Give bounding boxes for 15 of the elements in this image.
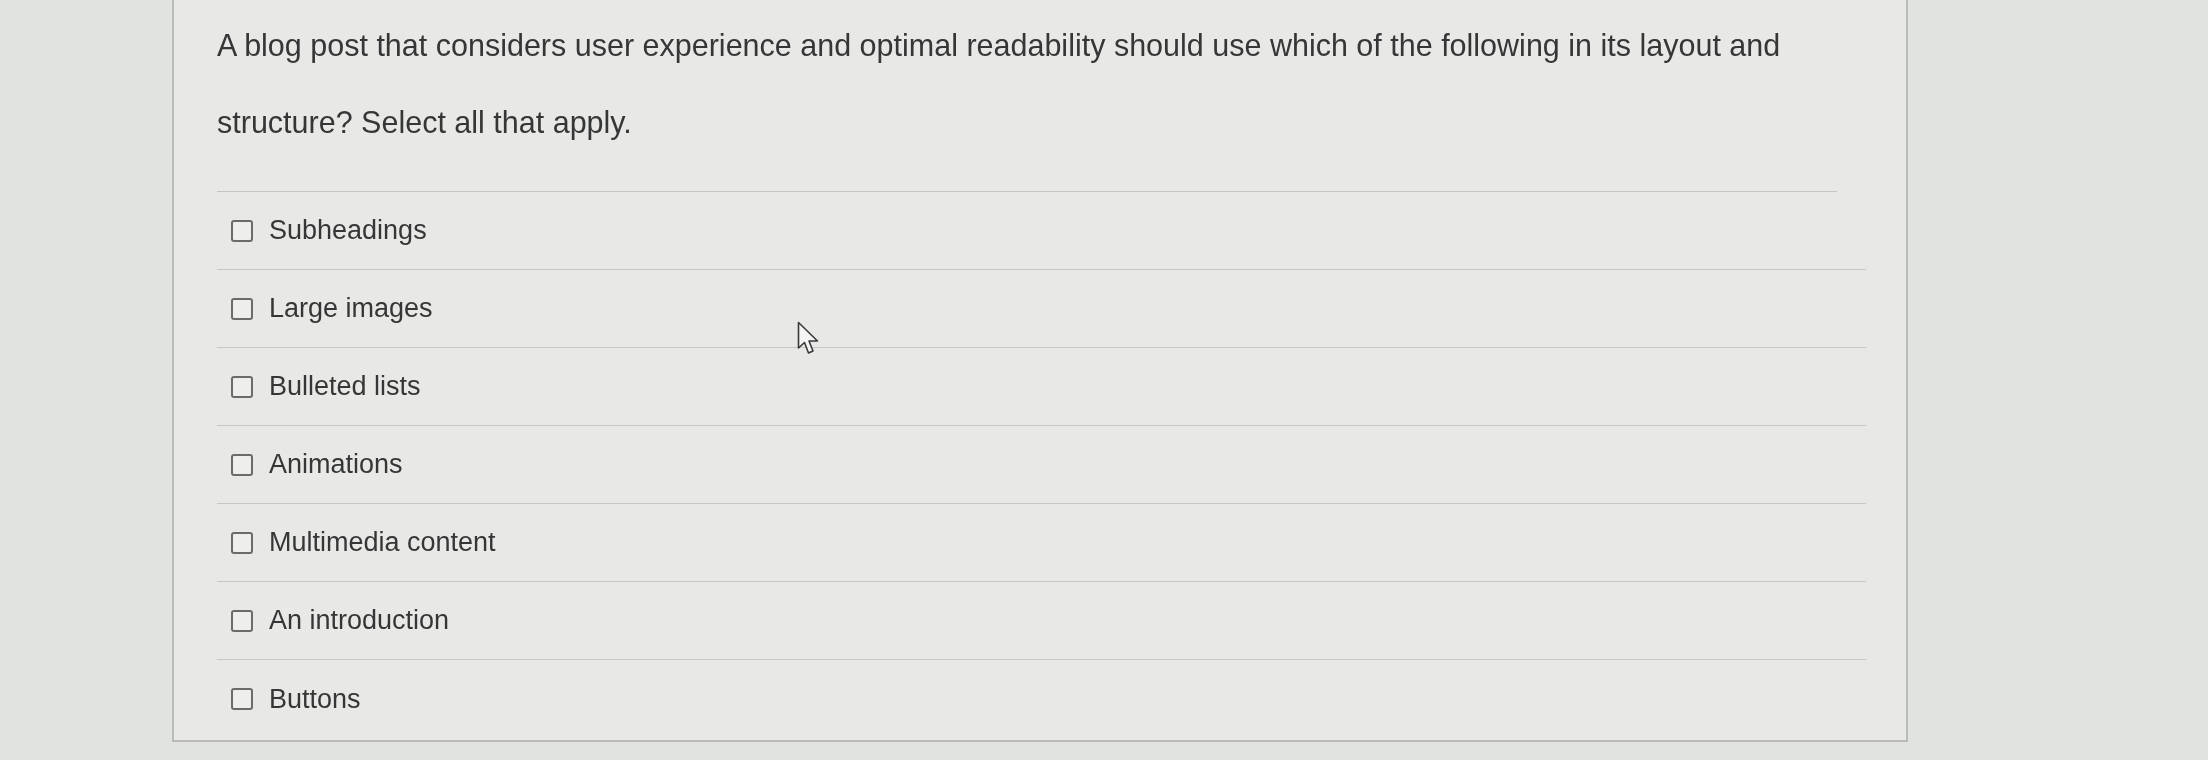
answer-option[interactable]: Multimedia content bbox=[217, 504, 1866, 582]
checkbox[interactable] bbox=[231, 297, 253, 320]
checkbox[interactable] bbox=[231, 375, 253, 398]
answer-option[interactable]: Buttons bbox=[217, 660, 1866, 738]
question-text: A blog post that considers user experience and optimal readability should use which of the following in its layout and structure? Select all that apply. bbox=[217, 7, 1837, 192]
checkbox[interactable] bbox=[231, 453, 253, 476]
checkbox[interactable] bbox=[231, 609, 253, 632]
answer-option[interactable]: An introduction bbox=[217, 582, 1866, 660]
mouse-pointer-icon bbox=[797, 321, 821, 356]
checkbox[interactable] bbox=[231, 688, 253, 710]
answer-option[interactable]: Bulleted lists bbox=[217, 348, 1866, 426]
answer-option[interactable]: Animations bbox=[217, 426, 1866, 504]
checkbox[interactable] bbox=[231, 531, 253, 554]
answer-option[interactable]: Subheadings bbox=[217, 192, 1866, 270]
checkbox[interactable] bbox=[231, 219, 253, 242]
